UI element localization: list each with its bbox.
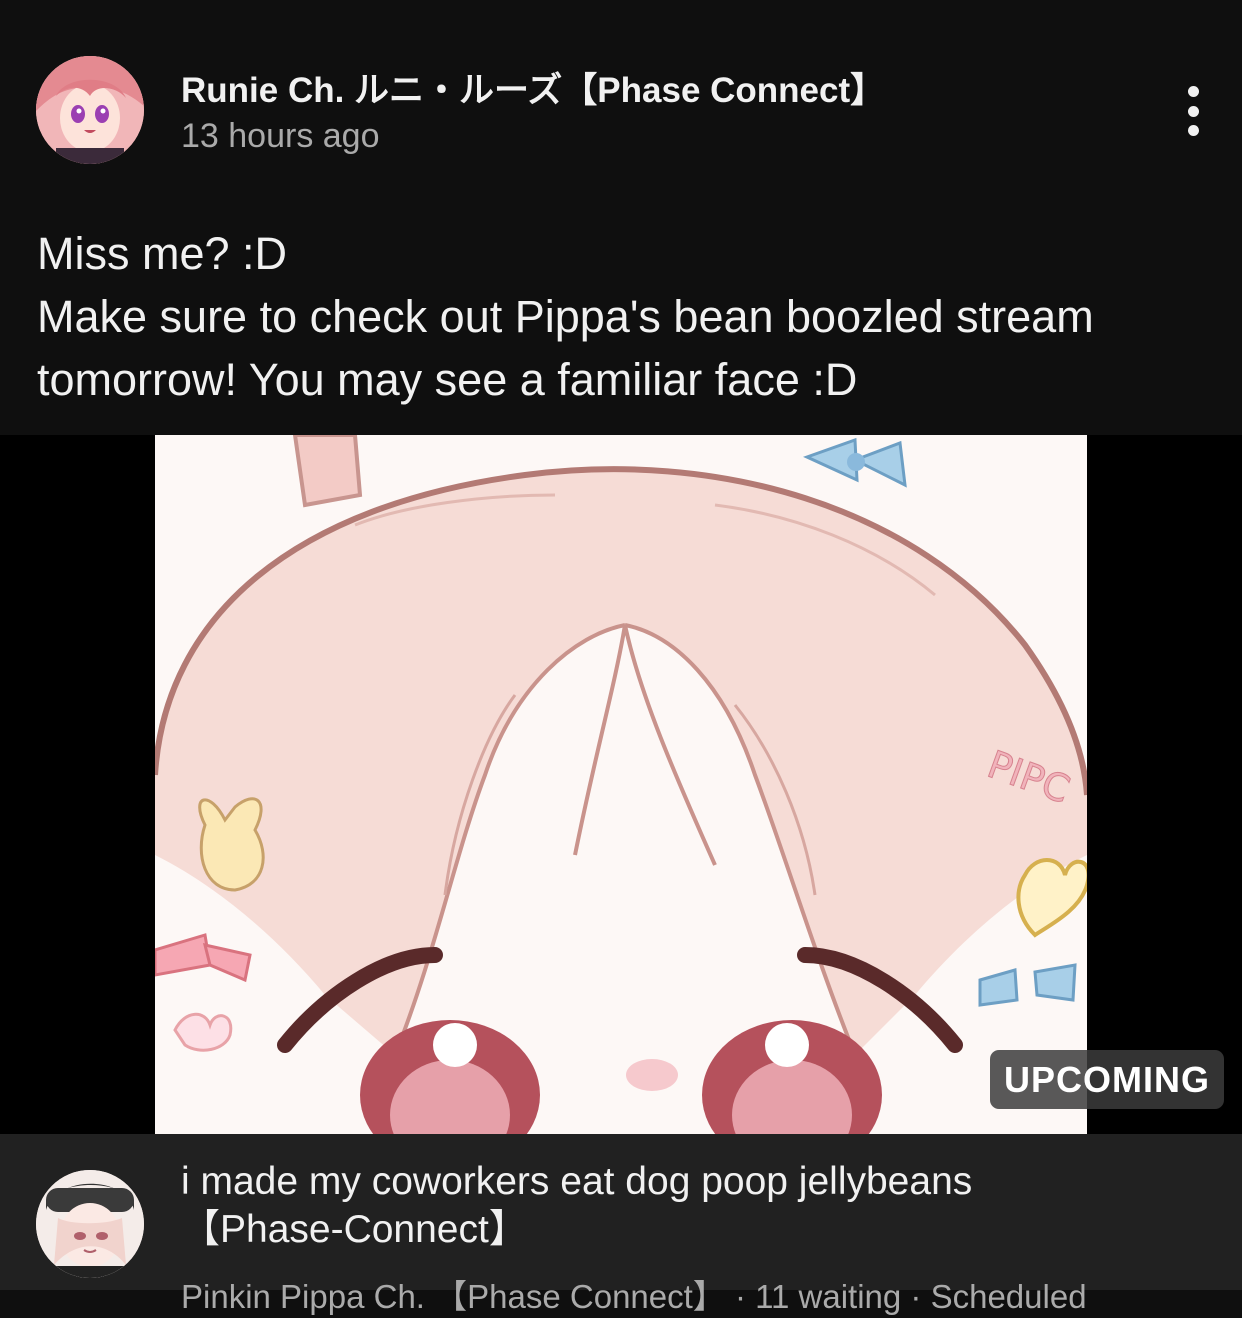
video-title[interactable]: i made my coworkers eat dog poop jellybe…	[181, 1158, 1221, 1254]
post-timestamp: 13 hours ago	[181, 117, 380, 155]
video-title-line: i made my coworkers eat dog poop jellybe…	[181, 1160, 973, 1203]
menu-dot	[1187, 105, 1199, 117]
video-thumbnail[interactable]: PIPC	[0, 435, 1242, 1134]
thumbnail-illustration: PIPC	[155, 435, 1087, 1134]
upcoming-badge: UPCOMING	[990, 1050, 1224, 1109]
post-text-line: tomorrow! You may see a familiar face :D	[37, 354, 858, 405]
more-vertical-icon[interactable]	[1170, 82, 1216, 140]
video-title-line: 【Phase-Connect】	[181, 1208, 528, 1251]
channel-name[interactable]: Runie Ch. ルニ・ルーズ【Phase Connect】	[181, 62, 885, 113]
post-text-line: Make sure to check out Pippa's bean booz…	[37, 291, 1094, 342]
menu-dot	[1187, 86, 1199, 97]
video-info[interactable]: i made my coworkers eat dog poop jellybe…	[0, 1134, 1242, 1315]
menu-dot	[1187, 125, 1199, 136]
post-text-line: Miss me? :D	[37, 228, 288, 279]
post-header: Runie Ch. ルニ・ルーズ【Phase Connect】 13 hours…	[0, 0, 1242, 200]
video-meta: Pinkin Pippa Ch. 【Phase Connect】 · 11 wa…	[181, 1278, 1087, 1315]
video-channel-avatar[interactable]	[36, 1170, 144, 1278]
post-body: Miss me? :D Make sure to check out Pippa…	[37, 222, 1217, 411]
channel-avatar[interactable]	[36, 56, 144, 164]
